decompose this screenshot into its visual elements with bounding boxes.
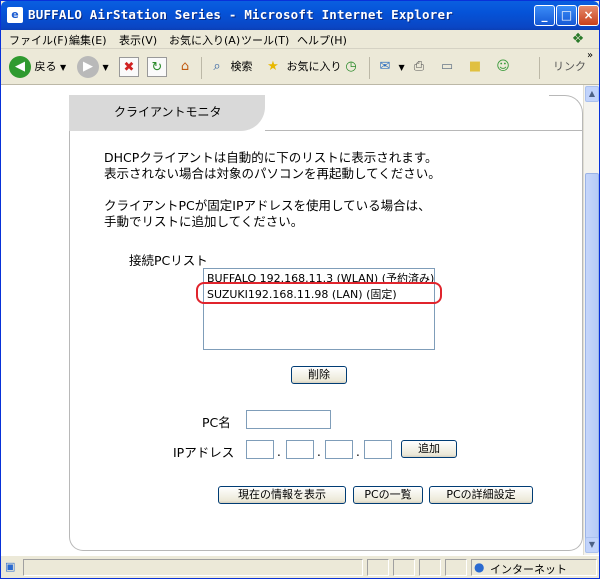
toolbar: ◀ 戻る ▼ ▶ ▼ ✖ ↻ ⌂ ⌕ 検索 ★ お気に入り ◷ ✉ ▼ ⎙ ▭ … [1, 49, 599, 85]
zone-label: インターネット [490, 563, 567, 576]
browser-window: e BUFFALO AirStation Series - Microsoft … [0, 0, 600, 579]
status-bar: ▣ ● インターネット [1, 555, 599, 578]
scroll-thumb[interactable] [585, 173, 599, 543]
menu-view[interactable]: 表示(V) [119, 32, 157, 48]
forward-arrow-icon: ▶ [77, 56, 99, 78]
maximize-button[interactable]: □ [556, 5, 577, 26]
edit-button[interactable]: ▭ [437, 55, 457, 79]
menu-bar: ファイル(F) 編集(E) 表示(V) お気に入り(A) ツール(T) ヘルプ(… [1, 30, 599, 49]
panel-corner [549, 95, 583, 131]
refresh-icon: ↻ [147, 57, 167, 77]
security-zone-cell: ● インターネット [471, 559, 597, 576]
status-cell [419, 559, 441, 576]
home-button[interactable]: ⌂ [175, 55, 195, 79]
status-text-cell [23, 559, 363, 576]
back-label: 戻る [34, 60, 57, 73]
star-icon: ★ [267, 59, 279, 74]
pc-list-button[interactable]: PCの一覧 [353, 486, 423, 504]
stop-icon: ✖ [119, 57, 139, 77]
ip-dot: . [277, 445, 281, 459]
globe-icon: ● [474, 560, 485, 574]
window-title: BUFFALO AirStation Series - Microsoft In… [28, 7, 453, 22]
back-button[interactable]: ◀ 戻る ▼ [9, 55, 66, 79]
messenger-icon: ☺ [496, 59, 510, 74]
ip-octet-3-input[interactable] [325, 440, 353, 459]
toolbar-separator [369, 57, 370, 79]
menu-help[interactable]: ヘルプ(H) [297, 32, 347, 48]
page-title: クライアントモニタ [114, 105, 222, 119]
pc-name-input[interactable] [246, 410, 331, 429]
ip-dot: . [317, 445, 321, 459]
scroll-up-icon[interactable]: ▲ [585, 86, 599, 102]
intro-line-2: 表示されない場合は対象のパソコンを再起動してください。 [104, 166, 441, 181]
delete-button[interactable]: 削除 [291, 366, 347, 384]
mail-button[interactable]: ✉ ▼ [375, 55, 405, 79]
header-divider [265, 130, 583, 131]
chevron-right-icon[interactable]: » [587, 49, 593, 73]
search-icon: ⌕ [213, 59, 221, 74]
ie-app-icon: e [7, 7, 23, 23]
ip-octet-2-input[interactable] [286, 440, 314, 459]
scroll-down-icon[interactable]: ▼ [585, 537, 599, 553]
ip-octet-4-input[interactable] [364, 440, 392, 459]
add-button[interactable]: 追加 [401, 440, 457, 458]
back-dropdown-icon: ▼ [60, 63, 67, 72]
ip-address-label: IPアドレス [173, 445, 235, 460]
history-button[interactable]: ◷ [341, 55, 361, 79]
mail-icon: ✉ [379, 59, 391, 74]
status-cell [367, 559, 389, 576]
title-bar: e BUFFALO AirStation Series - Microsoft … [1, 1, 599, 30]
history-icon: ◷ [345, 59, 357, 74]
home-icon: ⌂ [180, 59, 190, 74]
stop-button[interactable]: ✖ [119, 55, 139, 79]
menu-edit[interactable]: 編集(E) [69, 32, 107, 48]
menu-file[interactable]: ファイル(F) [9, 32, 68, 48]
intro-line-4: 手動でリストに追加してください。 [104, 214, 304, 229]
print-button[interactable]: ⎙ [409, 55, 429, 79]
status-cell [445, 559, 467, 576]
links-label[interactable]: リンク [553, 55, 586, 79]
discuss-icon: ■ [468, 59, 482, 74]
favorites-button[interactable]: ★ お気に入り [263, 55, 342, 79]
forward-dropdown-icon: ▼ [102, 63, 109, 72]
toolbar-separator [201, 57, 202, 79]
pc-name-label: PC名 [202, 415, 231, 430]
favorites-label: お気に入り [286, 60, 342, 73]
back-arrow-icon: ◀ [9, 56, 31, 78]
search-label: 検索 [230, 60, 253, 73]
pc-list-label: 接続PCリスト [129, 253, 208, 268]
vertical-scrollbar[interactable]: ▲ ▼ [583, 85, 599, 555]
close-button[interactable]: × [578, 5, 599, 26]
forward-button[interactable]: ▶ ▼ [77, 55, 109, 79]
mail-dropdown-icon: ▼ [398, 63, 405, 72]
page-done-icon: ▣ [5, 560, 16, 573]
pc-listbox[interactable]: BUFFALO 192.168.11.3 (WLAN) (予約済み) SUZUK… [203, 268, 435, 350]
messenger-button[interactable]: ☺ [493, 55, 513, 79]
menu-favorites[interactable]: お気に入り(A) [169, 32, 240, 48]
status-cell [393, 559, 415, 576]
ip-octet-1-input[interactable] [246, 440, 274, 459]
edit-page-icon: ▭ [440, 59, 454, 74]
refresh-button[interactable]: ↻ [147, 55, 167, 79]
search-button[interactable]: ⌕ 検索 [207, 55, 253, 79]
pc-detail-button[interactable]: PCの詳細設定 [429, 486, 533, 504]
minimize-button[interactable]: _ [534, 5, 555, 26]
ip-dot: . [356, 445, 360, 459]
discuss-button[interactable]: ■ [465, 55, 485, 79]
show-info-button[interactable]: 現在の情報を表示 [218, 486, 346, 504]
toolbar-separator [539, 57, 540, 79]
menu-tools[interactable]: ツール(T) [241, 32, 289, 48]
print-icon: ⎙ [413, 59, 425, 74]
windows-logo-icon: ❖ [571, 31, 585, 47]
highlight-annotation [196, 282, 442, 304]
page-content: クライアントモニタ DHCPクライアントは自動的に下のリストに表示されます。 表… [1, 85, 583, 555]
